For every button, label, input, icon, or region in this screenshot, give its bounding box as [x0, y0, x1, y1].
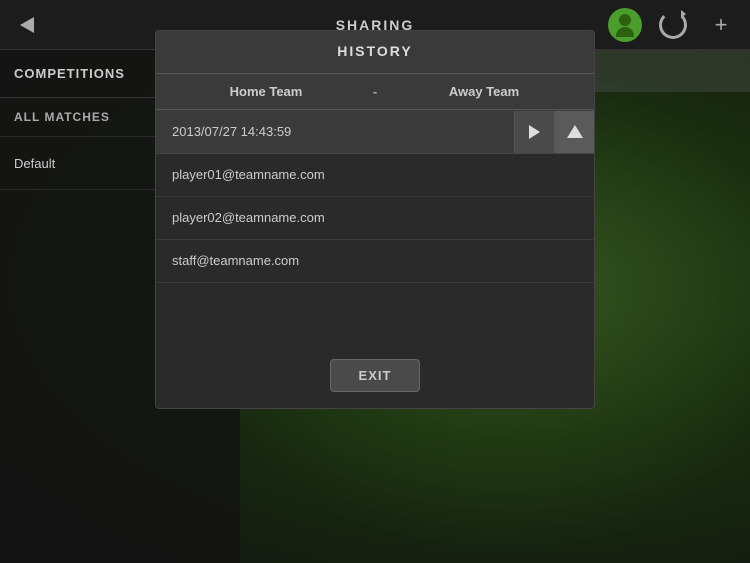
modal-title-bar: HISTORY: [156, 31, 594, 74]
expand-button[interactable]: [554, 111, 594, 153]
history-date: 2013/07/27 14:43:59: [156, 110, 514, 153]
modal-title: HISTORY: [337, 43, 412, 59]
modal-overlay: HISTORY Home Team - Away Team 2013/07/27…: [0, 0, 750, 563]
arrow-up-icon: [567, 125, 583, 138]
modal-body: Home Team - Away Team 2013/07/27 14:43:5…: [156, 74, 594, 408]
recipient-email-3: staff@teamname.com: [172, 253, 299, 268]
exit-button[interactable]: EXIT: [330, 359, 421, 392]
arrow-right-icon: [529, 125, 540, 139]
col-away-team: Away Team: [390, 84, 578, 99]
table-header: Home Team - Away Team: [156, 74, 594, 110]
recipient-row-3: staff@teamname.com: [156, 240, 594, 283]
recipient-row-2: player02@teamname.com: [156, 197, 594, 240]
col-home-team: Home Team: [172, 84, 360, 99]
recipient-row-1: player01@teamname.com: [156, 154, 594, 197]
recipient-email-2: player02@teamname.com: [172, 210, 325, 225]
history-row-actions: [514, 111, 594, 153]
history-modal: HISTORY Home Team - Away Team 2013/07/27…: [155, 30, 595, 409]
modal-footer: EXIT: [156, 343, 594, 408]
navigate-button[interactable]: [514, 111, 554, 153]
col-separator: -: [360, 84, 390, 99]
recipient-email-1: player01@teamname.com: [172, 167, 325, 182]
history-row: 2013/07/27 14:43:59: [156, 110, 594, 154]
